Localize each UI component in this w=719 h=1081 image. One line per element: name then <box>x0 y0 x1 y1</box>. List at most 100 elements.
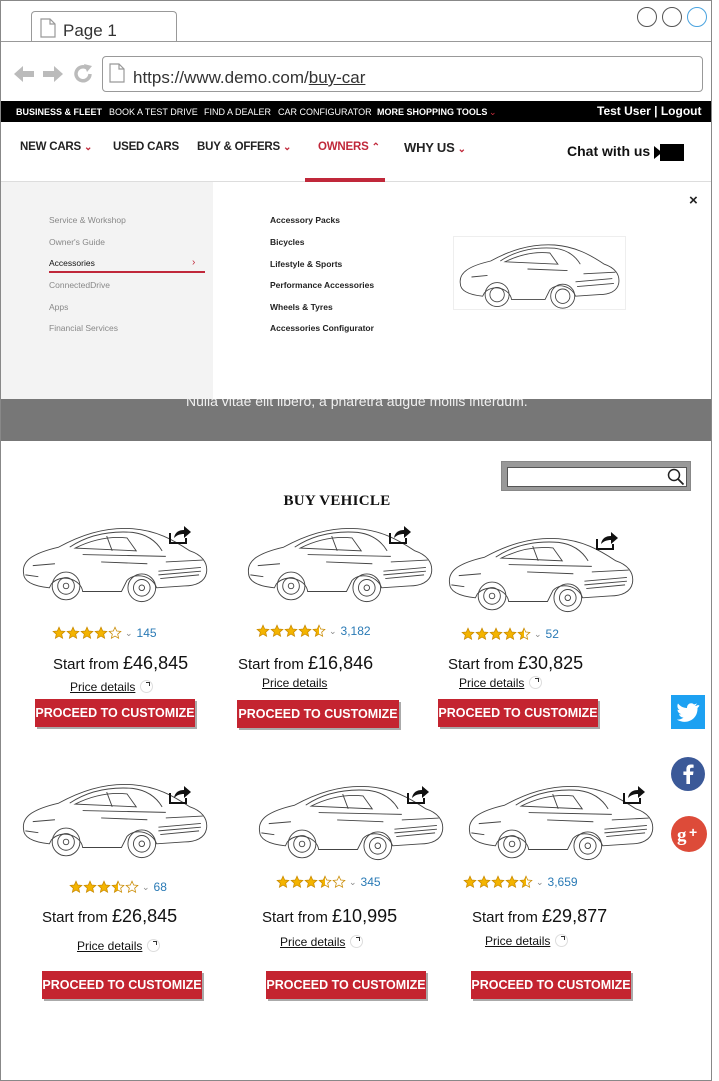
price-details-link[interactable]: Price details <box>485 934 569 948</box>
star-icon <box>503 627 517 641</box>
close-icon[interactable]: × <box>689 192 698 209</box>
topbar-link-business-fleet[interactable]: BUSINESS & FLEET <box>16 107 102 117</box>
hero-banner: Nulla vitae elit libero, a pharetra augu… <box>1 399 711 441</box>
chat-link[interactable]: Chat with us <box>567 143 650 159</box>
reload-icon[interactable] <box>72 63 94 85</box>
review-count: 145 <box>136 626 157 640</box>
star-icon <box>489 627 503 641</box>
star-rating <box>276 875 346 889</box>
proceed-to-customize-button[interactable]: PROCEED TO CUSTOMIZE <box>266 971 426 999</box>
search-icon[interactable] <box>667 468 685 486</box>
price-details-link[interactable]: Price details <box>459 676 543 690</box>
submenu-item-connecteddrive[interactable]: ConnectedDrive <box>49 280 110 290</box>
twitter-icon[interactable] <box>671 695 705 729</box>
submenu-item-owners-guide[interactable]: Owner's Guide <box>49 237 105 247</box>
share-button[interactable] <box>622 785 646 810</box>
back-arrow-icon[interactable] <box>12 63 36 85</box>
accessory-link-packs[interactable]: Accessory Packs <box>270 215 340 225</box>
share-icon[interactable] <box>388 525 412 545</box>
price-details-link[interactable]: Price details <box>262 676 327 690</box>
submenu-item-service[interactable]: Service & Workshop <box>49 215 126 225</box>
price-label: Start from <box>53 656 119 673</box>
topbar-link-car-configurator[interactable]: CAR CONFIGURATOR <box>278 107 372 117</box>
price-details-link[interactable]: Price details <box>280 935 364 949</box>
google-plus-icon[interactable]: g + <box>671 816 707 852</box>
search-input[interactable] <box>507 467 687 487</box>
star-icon <box>290 875 304 889</box>
price-label: Start from <box>238 656 304 673</box>
proceed-to-customize-button[interactable]: PROCEED TO CUSTOMIZE <box>438 699 598 727</box>
share-button[interactable] <box>406 785 430 810</box>
vehicle-card: ⌄ 145 Start from £46,845 Price details P… <box>18 519 233 759</box>
submenu-item-apps[interactable]: Apps <box>49 302 68 312</box>
price: Start from £26,845 <box>42 906 177 927</box>
nav-item-owners[interactable]: OWNERS ⌃ <box>318 141 380 153</box>
url-text: https://www.demo.com/buy-car <box>133 68 366 87</box>
price-details-link[interactable]: Price details <box>70 680 154 694</box>
accessory-promo-image[interactable] <box>453 236 626 310</box>
proceed-to-customize-button[interactable]: PROCEED TO CUSTOMIZE <box>471 971 631 999</box>
share-icon[interactable] <box>622 785 646 805</box>
price-amount: £46,845 <box>123 653 189 673</box>
star-icon <box>505 875 519 889</box>
rating[interactable]: ⌄ 3,182 <box>256 624 371 638</box>
accessory-link-wheels[interactable]: Wheels & Tyres <box>270 302 333 312</box>
user-logout-link[interactable]: Test User | Logout <box>597 104 701 118</box>
share-icon[interactable] <box>595 531 619 551</box>
share-icon[interactable] <box>406 785 430 805</box>
chevron-down-icon: ⌄ <box>84 142 93 153</box>
review-count: 345 <box>360 875 381 889</box>
rating[interactable]: ⌄ 3,659 <box>463 875 578 889</box>
browser-tab[interactable]: Page 1 <box>31 11 177 42</box>
star-icon <box>312 624 326 638</box>
accessory-link-lifestyle[interactable]: Lifestyle & Sports <box>270 259 342 269</box>
nav-item-why-us[interactable]: WHY US ⌄ <box>404 140 466 155</box>
price-details-label: Price details <box>485 934 551 948</box>
star-icon <box>256 624 270 638</box>
star-icon <box>125 880 139 894</box>
accessory-link-performance[interactable]: Performance Accessories <box>270 280 374 290</box>
star-icon <box>270 624 284 638</box>
forward-arrow-icon[interactable] <box>41 63 65 85</box>
rating[interactable]: ⌄ 345 <box>276 875 381 889</box>
topbar-link-find-dealer[interactable]: FIND A DEALER <box>204 107 271 117</box>
share-button[interactable] <box>388 525 412 550</box>
window-minimize-button[interactable] <box>662 7 682 27</box>
owners-submenu: Service & Workshop Owner's Guide Accesso… <box>1 182 213 399</box>
rating[interactable]: ⌄ 145 <box>52 626 157 640</box>
rating[interactable]: ⌄ 52 <box>461 627 559 641</box>
proceed-to-customize-button[interactable]: PROCEED TO CUSTOMIZE <box>35 699 195 727</box>
window-maximize-button[interactable] <box>687 7 707 27</box>
proceed-to-customize-button[interactable]: PROCEED TO CUSTOMIZE <box>42 971 202 999</box>
price: Start from £46,845 <box>53 653 188 674</box>
topbar-link-test-drive[interactable]: BOOK A TEST DRIVE <box>109 107 198 117</box>
submenu-item-accessories[interactable]: Accessories <box>49 258 95 268</box>
accessory-link-bicycles[interactable]: Bicycles <box>270 237 305 247</box>
owners-mega-menu: Service & Workshop Owner's Guide Accesso… <box>1 182 711 399</box>
star-icon <box>298 624 312 638</box>
price-label: Start from <box>262 909 328 926</box>
price-details-link[interactable]: Price details <box>77 939 161 953</box>
nav-item-used-cars[interactable]: USED CARS <box>113 141 179 153</box>
accessory-link-configurator[interactable]: Accessories Configurator <box>270 323 374 333</box>
price: Start from £16,846 <box>238 653 373 674</box>
share-icon[interactable] <box>168 785 192 805</box>
nav-item-buy-offers[interactable]: BUY & OFFERS ⌄ <box>197 141 291 153</box>
chat-icon[interactable] <box>654 144 684 161</box>
rating[interactable]: ⌄ 68 <box>69 880 167 894</box>
price-details-label: Price details <box>459 676 525 690</box>
share-button[interactable] <box>595 531 619 556</box>
nav-item-new-cars[interactable]: NEW CARS ⌄ <box>20 141 92 153</box>
price-amount: £10,995 <box>332 906 398 926</box>
proceed-to-customize-button[interactable]: PROCEED TO CUSTOMIZE <box>237 700 399 728</box>
share-icon[interactable] <box>168 525 192 545</box>
facebook-icon[interactable] <box>671 757 705 791</box>
share-button[interactable] <box>168 525 192 550</box>
vehicle-card: ⌄ 3,182 Start from £16,846 Price details… <box>237 519 458 759</box>
share-button[interactable] <box>168 785 192 810</box>
loading-spinner-icon <box>350 935 364 949</box>
address-bar[interactable]: https://www.demo.com/buy-car <box>102 56 703 92</box>
topbar-link-more-tools[interactable]: MORE SHOPPING TOOLS <box>377 107 487 117</box>
window-close-button[interactable] <box>637 7 657 27</box>
submenu-item-financial[interactable]: Financial Services <box>49 323 118 333</box>
